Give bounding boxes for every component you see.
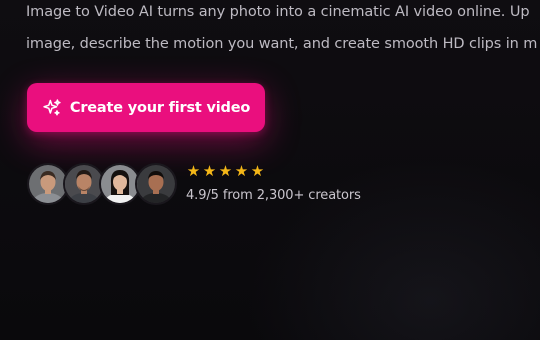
hero-description: Image to Video AI turns any photo into a… <box>26 0 540 60</box>
create-first-video-label: Create your first video <box>69 99 251 116</box>
star-icon: ★ <box>250 162 265 180</box>
rating-text: 4.9/5 from 2,300+ creators <box>186 188 361 203</box>
star-icon: ★ <box>218 162 233 180</box>
sparkles-icon <box>42 98 62 118</box>
star-icon: ★ <box>202 162 217 180</box>
hero-description-line-2: image, describe the motion you want, and… <box>26 36 538 52</box>
page: Image to Video AI turns any photo into a… <box>0 0 540 340</box>
rating: ★ ★ ★ ★ ★ 4.9/5 from 2,300+ creators <box>186 160 361 203</box>
creator-avatars <box>27 163 177 205</box>
star-rating: ★ ★ ★ ★ ★ <box>186 160 361 182</box>
hero-description-line-1: Image to Video AI turns any photo into a… <box>26 4 530 20</box>
star-icon: ★ <box>234 162 249 180</box>
avatar <box>135 163 177 205</box>
create-first-video-button[interactable]: Create your first video <box>27 83 265 132</box>
star-icon: ★ <box>186 162 201 180</box>
